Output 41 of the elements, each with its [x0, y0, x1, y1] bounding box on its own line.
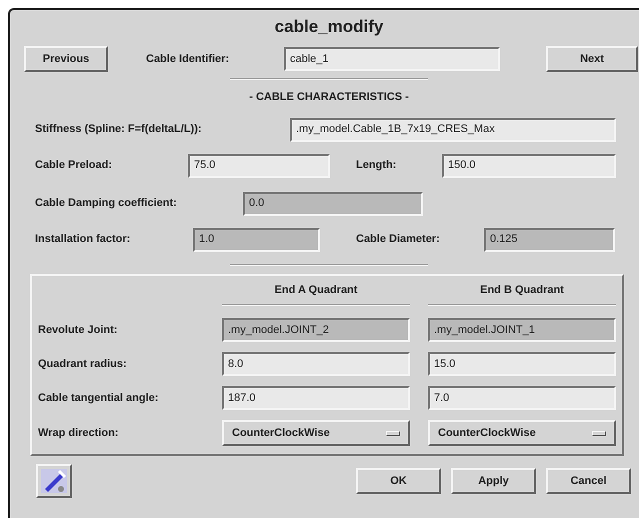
field-label: Installation factor:: [35, 232, 132, 248]
section-title: - CABLE CHARACTERISTICS -: [248, 90, 410, 105]
text-field[interactable]: 0.0: [243, 192, 423, 216]
text-field[interactable]: .my_model.Cable_1B_7x19_CRES_Max: [290, 118, 616, 142]
text-field[interactable]: .my_model.JOINT_2: [222, 318, 410, 342]
menu-indicator-icon: [386, 430, 400, 436]
text-field[interactable]: 187.0: [222, 386, 410, 410]
text-field[interactable]: 7.0: [428, 386, 616, 410]
field-label: Stiffness (Spline: F=f(deltaL/L)):: [35, 122, 203, 138]
dropdown[interactable]: CounterClockWise: [428, 420, 616, 446]
window-title: cable_modify: [274, 16, 384, 38]
text-field[interactable]: 1.0: [193, 228, 320, 252]
field-label: Cable Diameter:: [356, 232, 441, 248]
column-header: End B Quadrant: [428, 282, 616, 306]
dropdown-value: CounterClockWise: [232, 426, 330, 441]
dialog-button[interactable]: Apply: [451, 468, 536, 494]
field-label: Cable Identifier:: [146, 52, 230, 67]
dropdown[interactable]: CounterClockWise: [222, 420, 410, 446]
text-field[interactable]: 15.0: [428, 352, 616, 376]
previous-button[interactable]: Previous: [24, 46, 108, 72]
field-label: Revolute Joint:: [38, 322, 118, 338]
field-label: Cable Damping coefficient:: [35, 196, 178, 212]
text-field[interactable]: 0.125: [484, 228, 615, 252]
next-button[interactable]: Next: [546, 46, 638, 72]
dialog-button[interactable]: OK: [356, 468, 441, 494]
field-label: Cable Preload:: [35, 158, 114, 174]
field-label: Quadrant radius:: [38, 356, 128, 372]
field-label: Length:: [356, 158, 398, 174]
menu-indicator-icon: [592, 430, 606, 436]
text-field[interactable]: cable_1: [284, 47, 500, 71]
text-field[interactable]: 150.0: [442, 154, 616, 178]
text-field[interactable]: 8.0: [222, 352, 410, 376]
column-header: End A Quadrant: [222, 282, 410, 306]
field-label: Wrap direction:: [38, 426, 120, 441]
pen-icon: [39, 467, 69, 495]
dialog-button[interactable]: Cancel: [546, 468, 631, 494]
text-field[interactable]: 75.0: [188, 154, 330, 178]
text-field[interactable]: .my_model.JOINT_1: [428, 318, 616, 342]
pen-button[interactable]: [36, 464, 72, 498]
dropdown-value: CounterClockWise: [438, 426, 536, 441]
field-label: Cable tangential angle:: [38, 390, 160, 406]
